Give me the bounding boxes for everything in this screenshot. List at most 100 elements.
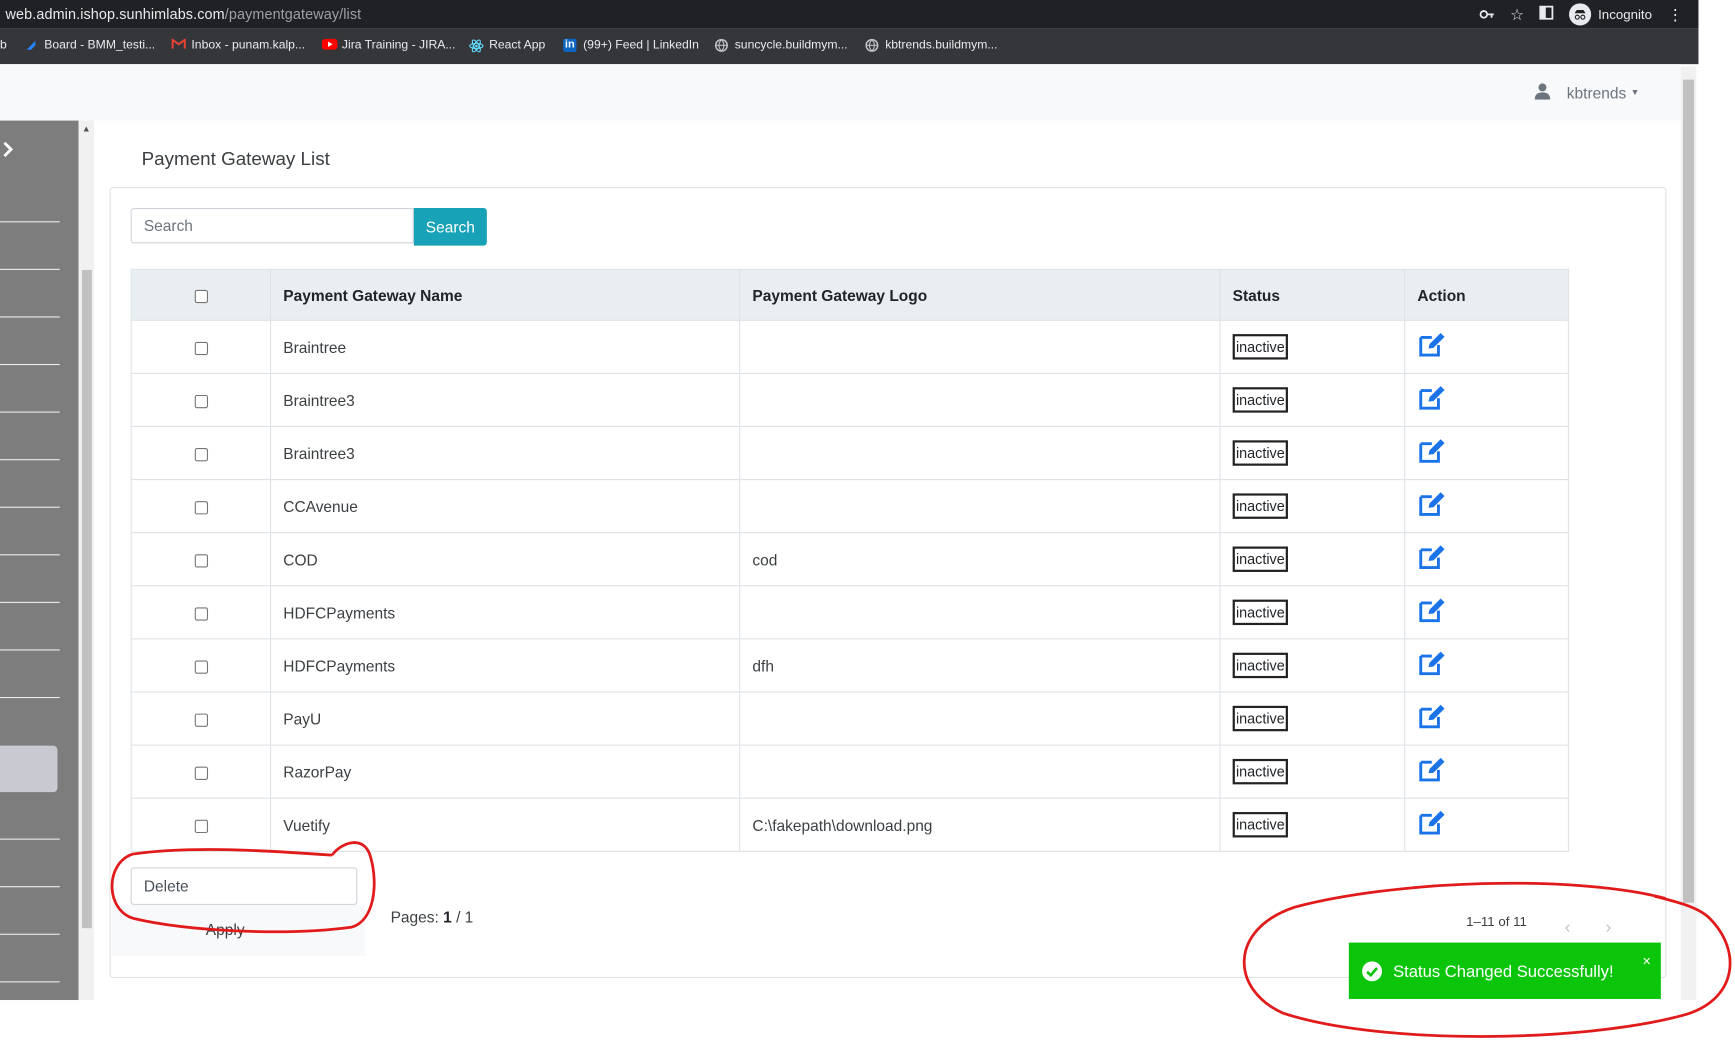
gateway-logo <box>739 425 1221 481</box>
incognito-indicator[interactable]: Incognito <box>1569 3 1653 26</box>
edit-icon[interactable] <box>1417 491 1446 518</box>
pagination-range: 1–11 of 11 <box>1466 913 1527 930</box>
row-select-cell <box>130 532 272 587</box>
edit-icon[interactable] <box>1417 385 1446 412</box>
row-checkbox[interactable] <box>194 607 208 621</box>
row-select-cell <box>130 744 272 799</box>
search-input[interactable] <box>130 207 414 244</box>
edit-icon[interactable] <box>1417 544 1446 571</box>
chevron-left-icon[interactable]: ‹ <box>1565 918 1571 938</box>
bookmark-item[interactable]: b <box>0 39 7 52</box>
status-toggle[interactable]: inactive <box>1232 812 1289 838</box>
bookmark-item[interactable]: Board - BMM_testi... <box>24 39 155 52</box>
table-row: Braintree3 inactive <box>130 425 1570 481</box>
gateway-logo: C:\fakepath\download.png <box>739 797 1221 852</box>
bulk-action-select[interactable]: Delete <box>130 867 358 905</box>
edit-icon[interactable] <box>1417 704 1446 731</box>
status-cell: inactive <box>1219 479 1406 534</box>
bookmark-item[interactable]: kbtrends.buildmym... <box>865 39 997 52</box>
table-row: RazorPay inactive <box>130 744 1570 799</box>
row-checkbox[interactable] <box>194 554 208 568</box>
edit-icon[interactable] <box>1417 810 1446 837</box>
bookmark-item[interactable]: Inbox - punam.kalp... <box>171 37 306 52</box>
status-toggle[interactable]: inactive <box>1232 599 1289 626</box>
close-icon[interactable]: × <box>1642 953 1650 970</box>
incognito-label: Incognito <box>1598 6 1653 23</box>
sidebar-divider <box>0 696 60 699</box>
table-row: COD cod inactive <box>130 532 1570 587</box>
browser-url-bar[interactable]: web.admin.ishop.sunhimlabs.com/paymentga… <box>0 0 1699 29</box>
table-header-row: Payment Gateway Name Payment Gateway Log… <box>130 268 1570 321</box>
gateway-logo <box>739 744 1221 799</box>
bookmark-item[interactable]: React App <box>469 39 545 53</box>
sidebar-divider <box>0 316 60 318</box>
linkedin-icon: in <box>563 38 577 52</box>
key-icon[interactable] <box>1479 6 1494 24</box>
row-select-cell <box>130 425 272 481</box>
outer-margin <box>1698 0 1735 1041</box>
status-toggle[interactable]: inactive <box>1232 440 1289 466</box>
row-checkbox[interactable] <box>194 500 208 515</box>
status-toggle[interactable]: inactive <box>1232 758 1289 785</box>
row-checkbox[interactable] <box>194 394 208 408</box>
user-icon <box>1534 82 1552 103</box>
status-cell: inactive <box>1219 372 1406 428</box>
status-cell: inactive <box>1219 744 1406 799</box>
row-select-cell <box>130 319 272 374</box>
status-toggle[interactable]: inactive <box>1232 705 1289 732</box>
action-cell <box>1404 585 1570 640</box>
status-cell: inactive <box>1219 585 1406 640</box>
row-select-cell <box>130 691 272 746</box>
row-checkbox[interactable] <box>194 447 208 462</box>
select-all-checkbox[interactable] <box>194 289 208 303</box>
star-icon[interactable]: ☆ <box>1510 5 1524 24</box>
sidebar-scrollbar-thumb[interactable] <box>81 269 92 929</box>
user-menu[interactable]: kbtrends ▼ <box>1534 82 1640 103</box>
gateway-name: RazorPay <box>269 744 741 799</box>
column-header: Payment Gateway Name <box>269 268 741 321</box>
status-toggle[interactable]: inactive <box>1232 652 1289 679</box>
sidebar-item-active[interactable] <box>0 745 58 793</box>
pages-label: Pages: <box>390 908 439 926</box>
status-toggle[interactable]: inactive <box>1232 493 1289 519</box>
scroll-up-icon[interactable]: ▲ <box>82 124 91 134</box>
status-cell: inactive <box>1219 425 1406 481</box>
bookmark-label: Board - BMM_testi... <box>44 38 156 52</box>
check-circle-icon <box>1362 961 1383 982</box>
sidebar <box>0 120 79 1001</box>
edit-icon[interactable] <box>1417 438 1446 465</box>
row-checkbox[interactable] <box>194 766 208 780</box>
react-icon <box>469 39 484 53</box>
status-toggle[interactable]: inactive <box>1232 334 1289 360</box>
gateway-logo: dfh <box>739 638 1221 693</box>
page-scrollbar-thumb[interactable] <box>1682 79 1695 903</box>
chevron-right-icon[interactable]: › <box>1606 918 1612 938</box>
gateway-name: Vuetify <box>269 797 741 852</box>
bookmark-item[interactable]: Jira Training - JIRA... <box>321 38 456 52</box>
bookmark-label: Inbox - punam.kalp... <box>191 38 306 52</box>
sidebar-toggle-icon[interactable] <box>2 141 14 162</box>
sidebar-divider <box>0 554 60 556</box>
sidepanel-icon[interactable] <box>1539 5 1554 24</box>
chevron-down-icon: ▼ <box>1630 87 1640 98</box>
row-checkbox[interactable] <box>194 713 208 727</box>
row-checkbox[interactable] <box>194 660 208 674</box>
edit-icon[interactable] <box>1417 597 1446 624</box>
url-text[interactable]: web.admin.ishop.sunhimlabs.com/paymentga… <box>6 6 362 23</box>
edit-icon[interactable] <box>1417 332 1446 359</box>
edit-icon[interactable] <box>1417 651 1446 678</box>
gateway-name: CCAvenue <box>269 479 741 534</box>
row-checkbox[interactable] <box>194 341 208 355</box>
row-checkbox[interactable] <box>194 819 208 833</box>
edit-icon[interactable] <box>1417 757 1446 784</box>
search-button[interactable]: Search <box>413 207 487 246</box>
sidebar-divider <box>0 981 60 983</box>
apply-button[interactable]: Apply <box>206 920 245 938</box>
status-toggle[interactable]: inactive <box>1232 387 1289 413</box>
status-cell: inactive <box>1219 797 1406 852</box>
browser-menu-icon[interactable]: ⋮ <box>1667 5 1682 24</box>
status-toggle[interactable]: inactive <box>1232 546 1289 572</box>
bookmark-item[interactable]: in (99+) Feed | LinkedIn <box>563 38 699 52</box>
table-row: Braintree inactive <box>130 319 1570 374</box>
bookmark-item[interactable]: suncycle.buildmym... <box>714 39 848 52</box>
